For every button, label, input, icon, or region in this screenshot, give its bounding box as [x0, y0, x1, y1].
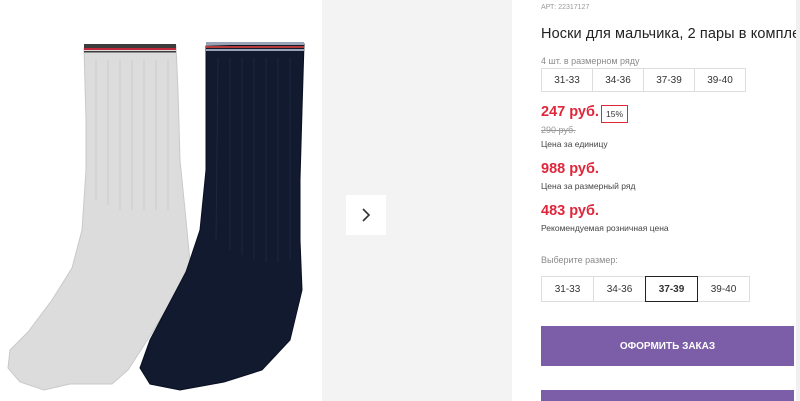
sku-label: АРТ: 22317127	[541, 4, 590, 11]
product-info: АРТ: 22317127 Носки для мальчика, 2 пары…	[541, 0, 800, 401]
socks-image	[7, 42, 305, 391]
unit-price-label: Цена за единицу	[541, 139, 608, 149]
chevron-right-icon	[362, 208, 371, 222]
pack-size-cell: 39-40	[694, 68, 746, 92]
row-price: 988 руб.	[541, 161, 599, 177]
old-price: 290 руб.	[541, 125, 576, 135]
row-price-label: Цена за размерный ряд	[541, 181, 636, 191]
pack-size-cell: 34-36	[592, 68, 644, 92]
retail-price-label: Рекомендуемая розничная цена	[541, 223, 669, 233]
pack-note: 4 шт. в размерном ряду	[541, 56, 640, 66]
size-selector: 31-33 34-36 37-39 39-40	[541, 276, 750, 302]
size-select-label: Выберите размер:	[541, 255, 618, 265]
discount-badge: 15%	[601, 105, 629, 123]
gallery-next-button[interactable]	[346, 195, 386, 235]
size-option-selected[interactable]: 37-39	[645, 276, 698, 302]
size-option[interactable]: 31-33	[541, 276, 594, 302]
secondary-button[interactable]	[541, 390, 794, 401]
pack-size-cell: 37-39	[643, 68, 695, 92]
size-option[interactable]: 39-40	[697, 276, 750, 302]
scrollbar-track[interactable]	[796, 0, 800, 401]
pack-size-row: 31-33 34-36 37-39 39-40	[541, 68, 746, 92]
unit-price: 247 руб.	[541, 104, 599, 120]
retail-price: 483 руб.	[541, 203, 599, 219]
order-button[interactable]: ОФОРМИТЬ ЗАКАЗ	[541, 326, 794, 366]
product-title: Носки для мальчика, 2 пары в комплекте	[541, 26, 800, 42]
size-option[interactable]: 34-36	[593, 276, 646, 302]
product-image	[0, 0, 322, 401]
pack-size-cell: 31-33	[541, 68, 593, 92]
